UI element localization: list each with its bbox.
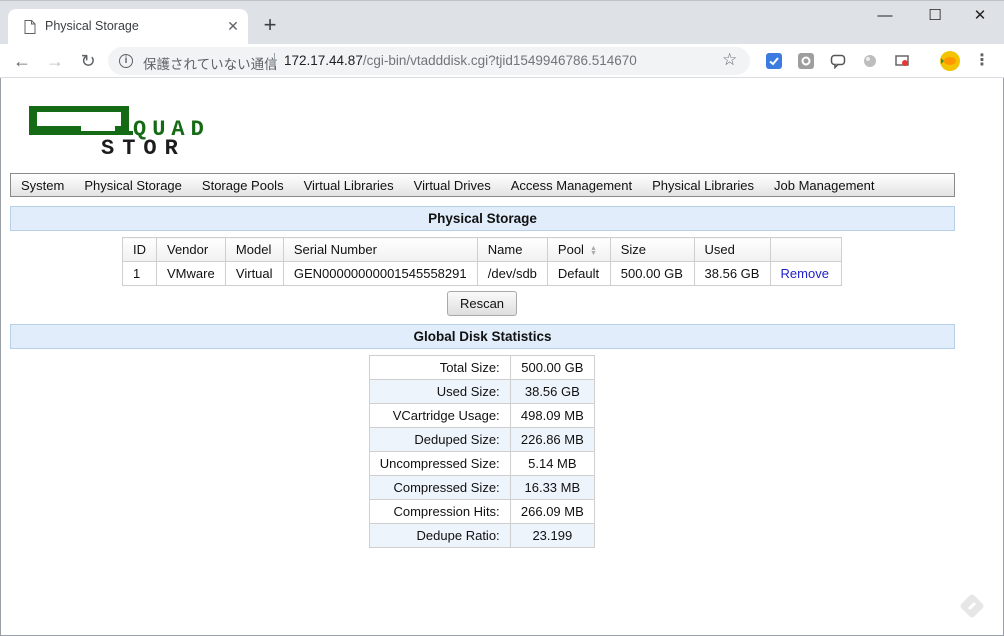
back-button[interactable]: ← — [10, 49, 34, 73]
info-icon[interactable]: i — [119, 54, 133, 68]
cell-used: 38.56 GB — [693, 261, 771, 286]
sphere-icon — [864, 55, 876, 67]
browser-titlebar: Physical Storage ✕ + — ☐ ✕ — [0, 0, 1004, 45]
maximize-button[interactable]: ☐ — [920, 5, 950, 27]
cast-icon — [895, 55, 909, 66]
page-icon — [24, 20, 36, 34]
extension-icon[interactable] — [862, 53, 878, 69]
browser-tab[interactable]: Physical Storage ✕ — [8, 9, 248, 45]
extension-icon[interactable] — [894, 53, 910, 69]
stat-label: Compressed Size: — [369, 475, 511, 500]
stat-row-compression-hits: Compression Hits: 266.09 MB — [369, 499, 596, 524]
stat-value: 5.14 MB — [509, 451, 596, 476]
stat-row-used-size: Used Size: 38.56 GB — [369, 379, 596, 404]
stat-label: Uncompressed Size: — [369, 451, 511, 476]
menu-item-system[interactable]: System — [21, 178, 64, 193]
stat-value: 498.09 MB — [509, 403, 596, 428]
menu-item-access-management[interactable]: Access Management — [511, 178, 632, 193]
column-header-serial-number[interactable]: Serial Number — [282, 237, 478, 262]
address-bar[interactable]: i 保護されていない通信 172.17.44.87/cgi-bin/vtaddd… — [108, 47, 750, 75]
cell-action: Remove — [769, 261, 843, 286]
stat-value: 16.33 MB — [509, 475, 596, 500]
stat-row-total-size: Total Size: 500.00 GB — [369, 355, 596, 380]
tab-close-icon[interactable]: ✕ — [226, 19, 240, 33]
column-header-vendor[interactable]: Vendor — [156, 237, 226, 262]
remove-disk-link[interactable]: Remove — [781, 266, 829, 281]
stat-label: Dedupe Ratio: — [369, 523, 511, 548]
column-header-id[interactable]: ID — [122, 237, 157, 262]
column-header-action — [769, 237, 843, 262]
column-header-pool[interactable]: Pool ▲ ▼ — [546, 237, 611, 262]
global-disk-statistics-heading: Global Disk Statistics — [10, 324, 955, 349]
column-header-model[interactable]: Model — [224, 237, 284, 262]
extension-icon[interactable] — [830, 53, 846, 70]
browser-toolbar: ← → ↻ i 保護されていない通信 172.17.44.87/cgi-bin/… — [0, 44, 1004, 78]
menu-item-job-management[interactable]: Job Management — [774, 178, 874, 193]
stat-row-vcartridge-usage: VCartridge Usage: 498.09 MB — [369, 403, 596, 428]
stat-row-deduped-size: Deduped Size: 226.86 MB — [369, 427, 596, 452]
page-viewport: QUAD STOR System Physical Storage Storag… — [0, 78, 1004, 636]
stat-row-dedupe-ratio: Dedupe Ratio: 23.199 — [369, 523, 596, 548]
stat-label: VCartridge Usage: — [369, 403, 511, 428]
column-header-used[interactable]: Used — [693, 237, 771, 262]
url-host: 172.17.44.87 — [284, 53, 363, 68]
column-header-size[interactable]: Size — [609, 237, 695, 262]
stat-value: 500.00 GB — [509, 355, 596, 380]
cell-id: 1 — [122, 261, 157, 286]
url-path: /cgi-bin/vtadddisk.cgi?tjid1549946786.51… — [362, 53, 637, 68]
reload-button[interactable]: ↻ — [76, 49, 100, 73]
stat-label: Used Size: — [369, 379, 511, 404]
physical-storage-heading: Physical Storage — [10, 206, 955, 231]
tab-title: Physical Storage — [45, 19, 139, 33]
cell-pool: Default — [546, 261, 611, 286]
extension-icon[interactable] — [766, 53, 782, 69]
fish-icon — [941, 57, 956, 65]
stat-value: 266.09 MB — [509, 499, 596, 524]
close-window-button[interactable]: ✕ — [965, 5, 995, 27]
stat-value: 23.199 — [509, 523, 596, 548]
stat-row-compressed-size: Compressed Size: 16.33 MB — [369, 475, 596, 500]
security-indicator[interactable]: 保護されていない通信 — [143, 53, 278, 73]
menu-item-storage-pools[interactable]: Storage Pools — [202, 178, 284, 193]
url-text[interactable]: 172.17.44.87/cgi-bin/vtadddisk.cgi?tjid1… — [284, 53, 637, 68]
browser-menu-icon[interactable]: ⋮ — [974, 51, 990, 71]
bookmark-star-icon[interactable]: ☆ — [722, 50, 737, 70]
cell-model: Virtual — [224, 261, 284, 286]
cell-size: 500.00 GB — [609, 261, 695, 286]
menu-item-virtual-libraries[interactable]: Virtual Libraries — [304, 178, 394, 193]
stat-row-uncompressed-size: Uncompressed Size: 5.14 MB — [369, 451, 596, 476]
checkmark-icon — [769, 57, 779, 66]
stat-value: 226.86 MB — [509, 427, 596, 452]
extension-icon[interactable] — [798, 53, 814, 69]
circle-o-icon — [801, 56, 811, 66]
menu-item-physical-storage[interactable]: Physical Storage — [84, 178, 182, 193]
stat-label: Deduped Size: — [369, 427, 511, 452]
chat-bubble-icon — [830, 54, 846, 70]
cell-name: /dev/sdb — [476, 261, 548, 286]
cell-vendor: VMware — [156, 261, 226, 286]
sort-icon[interactable]: ▲ ▼ — [590, 245, 597, 257]
profile-avatar-icon[interactable] — [940, 51, 960, 71]
global-disk-statistics-table: Total Size: 500.00 GB Used Size: 38.56 G… — [369, 355, 596, 548]
menu-item-physical-libraries[interactable]: Physical Libraries — [652, 178, 754, 193]
cell-serial-number: GEN00000000001545558291 — [282, 261, 478, 286]
minimize-button[interactable]: — — [870, 5, 900, 27]
edit-badge-icon — [960, 594, 984, 618]
logo-word-stor: STOR — [101, 136, 186, 154]
stat-label: Total Size: — [369, 355, 511, 380]
stat-value: 38.56 GB — [509, 379, 596, 404]
stat-label: Compression Hits: — [369, 499, 511, 524]
forward-button[interactable]: → — [43, 49, 67, 73]
menu-item-virtual-drives[interactable]: Virtual Drives — [414, 178, 491, 193]
table-row: 1 VMware Virtual GEN00000000001545558291… — [122, 261, 843, 286]
pool-header-label: Pool — [557, 242, 584, 257]
address-separator — [274, 53, 275, 69]
column-header-name[interactable]: Name — [476, 237, 548, 262]
new-tab-button[interactable]: + — [258, 13, 282, 37]
quadstor-logo: QUAD STOR — [29, 106, 204, 154]
table-header-row: ID Vendor Model Serial Number Name Pool ▲… — [122, 237, 843, 262]
physical-disk-table: ID Vendor Model Serial Number Name Pool ▲… — [122, 237, 843, 286]
rescan-button[interactable]: Rescan — [447, 291, 517, 316]
main-menu: System Physical Storage Storage Pools Vi… — [10, 173, 955, 197]
